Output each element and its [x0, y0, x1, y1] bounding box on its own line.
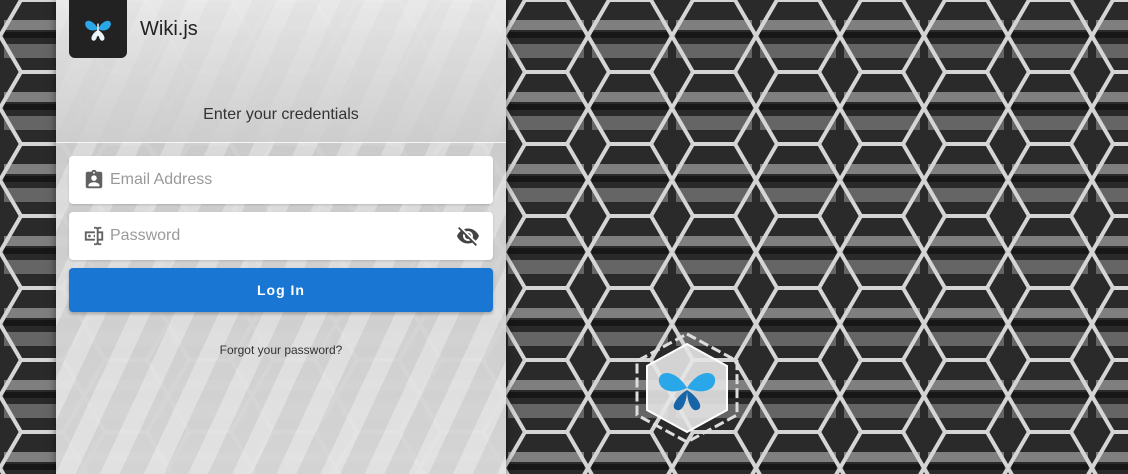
email-input[interactable] [106, 157, 493, 203]
password-field[interactable] [69, 212, 493, 260]
account-box-icon [82, 168, 106, 192]
butterfly-logo-icon [69, 0, 127, 58]
eye-off-icon[interactable] [455, 223, 481, 249]
password-field-icon [82, 224, 106, 248]
credentials-subtitle: Enter your credentials [203, 106, 359, 123]
login-panel: Wiki.js Enter your credentials Log In Fo… [56, 0, 506, 474]
login-button[interactable]: Log In [69, 268, 493, 312]
password-input[interactable] [106, 213, 455, 259]
email-field[interactable] [69, 156, 493, 204]
wikijs-emblem-graphic [631, 330, 743, 446]
forgot-password-link[interactable]: Forgot your password? [56, 343, 506, 357]
app-title: Wiki.js [140, 18, 198, 40]
